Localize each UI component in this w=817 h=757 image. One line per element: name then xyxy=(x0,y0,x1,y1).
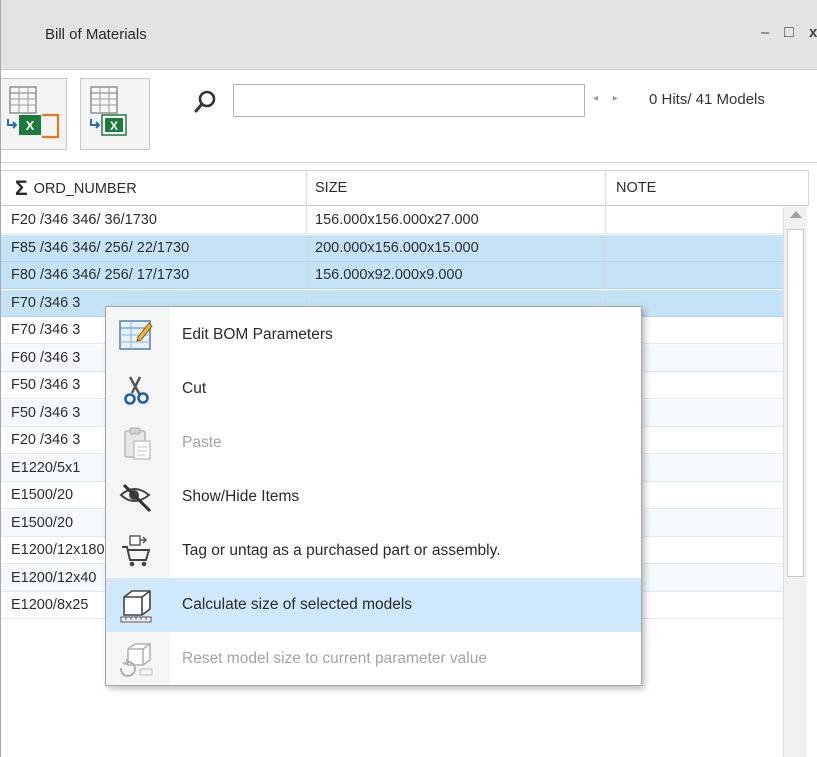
cell-note xyxy=(606,235,783,262)
maximize-button[interactable]: □ xyxy=(784,24,794,42)
cell-note xyxy=(606,262,783,289)
cell-size: 200.000x156.000x15.000 xyxy=(307,234,606,262)
menu-item-paste[interactable]: Paste xyxy=(106,416,641,470)
menu-item-show-hide-items[interactable]: Show/Hide Items xyxy=(106,470,641,524)
scroll-up-arrow-icon[interactable] xyxy=(790,211,802,218)
excel-export-icon: X xyxy=(90,86,127,136)
cell-size: 156.000x156.000x27.000 xyxy=(307,207,606,234)
close-button[interactable]: x xyxy=(809,24,817,41)
scroll-thumb[interactable] xyxy=(787,229,804,577)
window-title: Bill of Materials xyxy=(45,26,147,43)
svg-text:X: X xyxy=(26,118,35,133)
bom-window: Bill of Materials – □ x X X ◂ ▸ 0 Hits/ … xyxy=(0,0,817,757)
scissors-icon xyxy=(124,376,149,405)
menu-item-label: Paste xyxy=(182,434,222,451)
svg-text:X: X xyxy=(110,119,118,133)
search-input[interactable] xyxy=(233,84,585,117)
eye-hide-icon xyxy=(119,483,152,513)
search-icon[interactable] xyxy=(193,89,217,117)
menu-item-label: Show/Hide Items xyxy=(182,488,300,505)
column-header-note[interactable]: NOTE xyxy=(606,171,809,206)
table-row[interactable]: F20 /346 346/ 36/1730 156.000x156.000x27.… xyxy=(1,207,783,234)
edit-parameters-icon xyxy=(119,320,153,350)
menu-item-reset-size[interactable]: Reset model size to current parameter va… xyxy=(106,632,641,686)
column-header-ord-number[interactable]: Σ ORD_NUMBER xyxy=(1,171,307,206)
minimize-button[interactable]: – xyxy=(761,24,769,41)
toolbar: X X ◂ ▸ 0 Hits/ 41 Models xyxy=(1,71,817,163)
menu-item-label: Edit BOM Parameters xyxy=(182,326,333,343)
calculate-size-icon xyxy=(120,590,152,623)
cell-note xyxy=(606,207,783,234)
cell-size: 156.000x92.000x9.000 xyxy=(307,262,606,289)
reset-size-icon xyxy=(119,643,153,677)
menu-item-calculate-size[interactable]: Calculate size of selected models xyxy=(106,578,641,632)
table-row[interactable]: F85 /346 346/ 256/ 22/1730 200.000x156.00… xyxy=(1,234,783,262)
menu-item-label: Cut xyxy=(182,380,207,397)
search-nav-arrows[interactable]: ◂ ▸ xyxy=(593,93,624,104)
context-menu: Edit BOM Parameters Cut Paste Show/Hide … xyxy=(105,306,642,686)
vertical-scrollbar[interactable] xyxy=(783,207,807,757)
shopping-cart-icon xyxy=(122,535,151,567)
menu-item-label: Tag or untag as a purchased part or asse… xyxy=(182,542,501,559)
sum-icon[interactable]: Σ xyxy=(15,177,28,200)
paste-icon xyxy=(124,427,151,460)
hits-count: 0 Hits/ 41 Models xyxy=(649,91,765,108)
menu-item-tag-purchased[interactable]: Tag or untag as a purchased part or asse… xyxy=(106,524,641,578)
export-excel-button-2[interactable]: X xyxy=(80,78,150,150)
cell-ord: F85 /346 346/ 256/ 22/1730 xyxy=(1,234,307,262)
export-excel-button-1[interactable]: X xyxy=(1,78,67,150)
cell-ord: F20 /346 346/ 36/1730 xyxy=(1,207,307,234)
menu-item-cut[interactable]: Cut xyxy=(106,362,641,416)
menu-item-label: Reset model size to current parameter va… xyxy=(182,650,487,667)
menu-item-edit-bom-parameters[interactable]: Edit BOM Parameters xyxy=(106,308,641,362)
table-row[interactable]: F80 /346 346/ 256/ 17/1730 156.000x92.000… xyxy=(1,262,783,289)
cell-ord: F80 /346 346/ 256/ 17/1730 xyxy=(1,262,307,289)
excel-export-icon: X xyxy=(7,86,60,139)
column-header-size[interactable]: SIZE xyxy=(307,171,606,206)
table-header: Σ ORD_NUMBER SIZE NOTE xyxy=(1,170,809,206)
title-bar: Bill of Materials – □ x xyxy=(1,0,817,70)
menu-item-label: Calculate size of selected models xyxy=(182,596,413,613)
